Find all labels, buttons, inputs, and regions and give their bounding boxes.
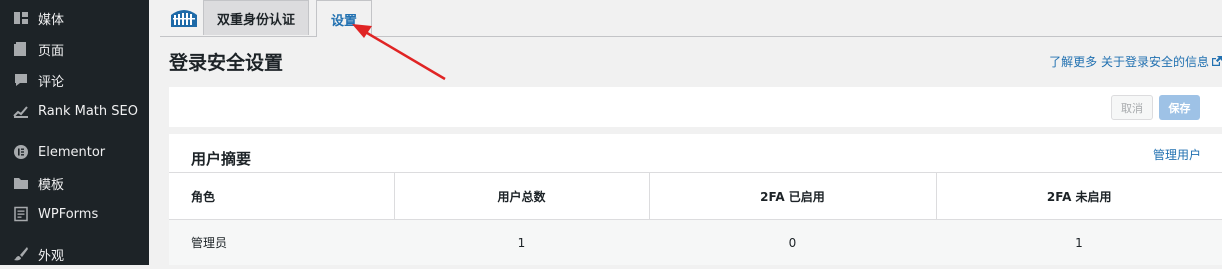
wordfence-logo-icon [169,5,199,29]
page-title: 登录安全设置 [169,52,284,74]
folder-icon [12,174,30,192]
actions-panel [169,87,1222,127]
tab-two-factor-auth[interactable]: 双重身份认证 [203,0,309,35]
sidebar-item-comments[interactable]: 评论 [0,65,149,95]
section-title: 用户摘要 [191,150,252,168]
column-header-2fa-enabled: 2FA 已启用 [649,172,937,220]
column-header-total-users: 用户总数 [394,172,650,220]
sidebar-item-pages[interactable]: 页面 [0,34,149,64]
cell-total: 1 [394,219,649,265]
cell-2fa-disabled: 1 [936,219,1222,265]
cell-2fa-enabled: 0 [649,219,936,265]
sidebar-item-wpforms[interactable]: WPForms [0,199,149,229]
manage-users-link[interactable]: 管理用户 [1153,146,1201,163]
comment-icon [12,71,30,89]
sidebar-item-rank-math[interactable]: Rank Math SEO [0,96,149,126]
sidebar-item-label: 外观 [38,248,65,264]
sidebar-item-media[interactable]: 媒体 [0,3,149,33]
table-row: 管理员 1 0 1 [169,219,1222,265]
page-icon [12,40,30,58]
rank-math-icon [12,102,30,120]
sidebar-item-label: Rank Math SEO [38,103,138,119]
cancel-button[interactable]: 取消 [1111,95,1153,120]
sidebar-item-label: 评论 [38,74,65,90]
user-summary-table: 角色 用户总数 2FA 已启用 2FA 未启用 管理员 1 0 1 [169,172,1222,265]
save-button[interactable]: 保存 [1159,95,1200,120]
sidebar-item-elementor[interactable]: Elementor [0,137,149,167]
sidebar-item-label: Elementor [38,144,106,160]
admin-sidebar: 媒体 页面 评论 Rank Math SEO Elementor 模板 WPFo… [0,0,149,265]
sidebar-item-templates[interactable]: 模板 [0,168,149,198]
elementor-icon [12,143,30,161]
table-header-row: 角色 用户总数 2FA 已启用 2FA 未启用 [169,172,1222,220]
learn-more-text[interactable]: 了解更多 关于登录安全的信息 [1049,53,1209,70]
cell-role: 管理员 [169,219,394,265]
annotation-arrow [352,24,446,81]
external-link-icon [1212,56,1222,66]
brush-icon [12,245,30,263]
column-header-2fa-disabled: 2FA 未启用 [936,172,1222,220]
media-icon [12,9,30,27]
column-header-role: 角色 [169,172,395,220]
sidebar-item-label: 模板 [38,177,65,193]
sidebar-item-label: 页面 [38,43,65,59]
learn-more-link[interactable]: 了解更多 关于登录安全的信息 [1049,53,1222,70]
wpforms-icon [12,205,30,223]
sidebar-item-label: 媒体 [38,12,65,28]
sidebar-item-label: WPForms [38,206,99,222]
